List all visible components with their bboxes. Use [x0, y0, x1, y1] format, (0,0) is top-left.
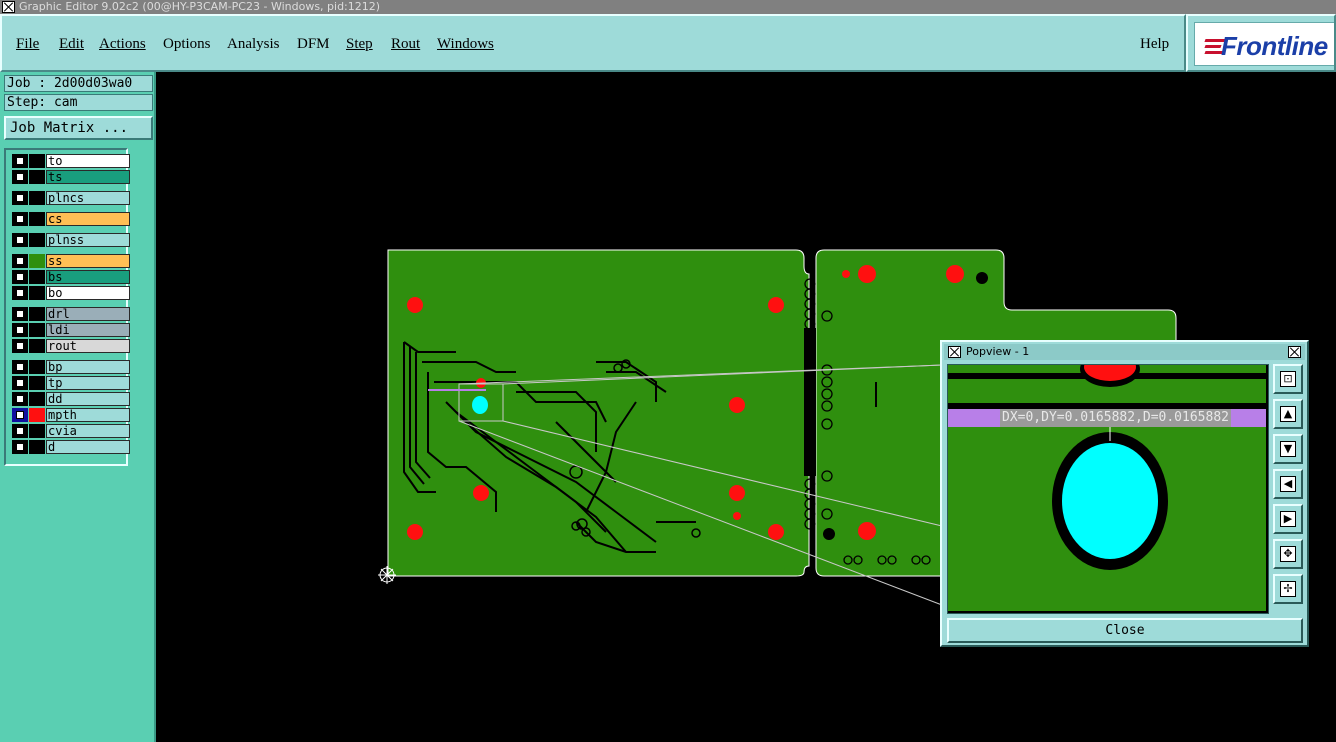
layer-checkbox[interactable] — [12, 191, 28, 205]
layer-color-swatch[interactable] — [29, 191, 45, 205]
layer-name[interactable]: bo — [46, 286, 130, 300]
layer-color-swatch[interactable] — [29, 408, 45, 422]
board-slot — [804, 328, 816, 476]
menu-edit[interactable]: Edit — [59, 36, 84, 53]
board-left — [387, 249, 810, 577]
layer-color-swatch[interactable] — [29, 307, 45, 321]
layer-color-swatch[interactable] — [29, 270, 45, 284]
layer-color-swatch[interactable] — [29, 286, 45, 300]
popview-close-button[interactable]: Close — [947, 618, 1303, 643]
menu-actions[interactable]: Actions — [99, 36, 146, 53]
zoom-out-icon: ✥ — [1280, 546, 1296, 562]
popview-title-bar[interactable]: Popview - 1 — [944, 344, 1305, 360]
layer-color-swatch[interactable] — [29, 170, 45, 184]
popview-canvas[interactable]: DX=0,DY=0.0165882,D=0.0165882 — [947, 364, 1269, 614]
layer-color-swatch[interactable] — [29, 254, 45, 268]
layer-color-swatch[interactable] — [29, 392, 45, 406]
layer-checkbox[interactable] — [12, 286, 28, 300]
menu-bar: File Edit Actions Options Analysis DFM S… — [0, 14, 1186, 72]
layer-checkbox[interactable] — [12, 154, 28, 168]
step-label: Step: cam — [4, 94, 153, 111]
layer-color-swatch[interactable] — [29, 360, 45, 374]
zoomed-pad-cyan — [1062, 443, 1158, 559]
menu-analysis[interactable]: Analysis — [227, 36, 280, 53]
zoom-out-button[interactable]: ✥ — [1273, 539, 1303, 569]
menu-windows[interactable]: Windows — [437, 36, 494, 53]
zoom-in-button[interactable]: ✢ — [1273, 574, 1303, 604]
layer-checkbox[interactable] — [12, 440, 28, 454]
layer-checkbox[interactable] — [12, 339, 28, 353]
frontline-logo: Frontline — [1186, 14, 1336, 72]
layer-checkbox[interactable] — [12, 392, 28, 406]
layer-color-swatch[interactable] — [29, 440, 45, 454]
layer-name[interactable]: bs — [46, 270, 130, 284]
layer-checkbox[interactable] — [12, 424, 28, 438]
pan-down-button[interactable]: ▼ — [1273, 434, 1303, 464]
layer-color-swatch[interactable] — [29, 212, 45, 226]
zoom-in-icon: ✢ — [1280, 581, 1296, 597]
measurement-bar: DX=0,DY=0.0165882,D=0.0165882 — [948, 409, 1266, 427]
layer-name[interactable]: bp — [46, 360, 130, 374]
layer-color-swatch[interactable] — [29, 424, 45, 438]
selected-pad-cyan — [472, 396, 488, 414]
layer-checkbox[interactable] — [12, 408, 28, 422]
menu-rout[interactable]: Rout — [391, 36, 420, 53]
layer-name[interactable]: drl — [46, 307, 130, 321]
layer-name[interactable]: cvia — [46, 424, 130, 438]
popview-window: Popview - 1 DX=0,DY=0.0165882,D=0.016588… — [940, 340, 1309, 647]
layer-checkbox[interactable] — [12, 270, 28, 284]
window-close-icon[interactable] — [2, 1, 15, 13]
zoom-home-icon: ⊡ — [1280, 371, 1296, 387]
layer-name[interactable]: dd — [46, 392, 130, 406]
layer-panel: Job : 2d00d03wa0 Step: cam Job Matrix ..… — [0, 72, 156, 742]
job-matrix-button[interactable]: Job Matrix ... — [4, 116, 153, 140]
layer-checkbox[interactable] — [12, 376, 28, 390]
zoom-home-button[interactable]: ⊡ — [1273, 364, 1303, 394]
menu-help[interactable]: Help — [1140, 36, 1169, 53]
layer-name[interactable]: mpth — [46, 408, 130, 422]
menu-dfm[interactable]: DFM — [297, 36, 330, 53]
pan-right-button[interactable]: ▶ — [1273, 504, 1303, 534]
menu-file[interactable]: File — [16, 36, 39, 53]
layer-name[interactable]: cs — [46, 212, 130, 226]
layer-name[interactable]: ss — [46, 254, 130, 268]
layer-name[interactable]: ldi — [46, 323, 130, 337]
layer-checkbox[interactable] — [12, 170, 28, 184]
layer-name[interactable]: d — [46, 440, 130, 454]
pan-up-icon: ▲ — [1280, 406, 1296, 422]
job-label: Job : 2d00d03wa0 — [4, 75, 153, 92]
layer-name[interactable]: ts — [46, 170, 130, 184]
layer-name[interactable]: tp — [46, 376, 130, 390]
popview-window-icon — [948, 346, 961, 358]
pan-up-button[interactable]: ▲ — [1273, 399, 1303, 429]
logo-text: Frontline — [1221, 31, 1328, 61]
popview-title: Popview - 1 — [966, 345, 1030, 358]
layer-name[interactable]: to — [46, 154, 130, 168]
layer-checkbox[interactable] — [12, 212, 28, 226]
layer-checkbox[interactable] — [12, 307, 28, 321]
layer-name[interactable]: plnss — [46, 233, 130, 247]
layer-color-swatch[interactable] — [29, 154, 45, 168]
pan-right-icon: ▶ — [1280, 511, 1296, 527]
window-title: Graphic Editor 9.02c2 (00@HY-P3CAM-PC23 … — [19, 0, 381, 13]
layer-checkbox[interactable] — [12, 323, 28, 337]
layer-name[interactable]: rout — [46, 339, 130, 353]
layer-checkbox[interactable] — [12, 360, 28, 374]
layer-checkbox[interactable] — [12, 254, 28, 268]
menu-step[interactable]: Step — [346, 36, 373, 53]
menu-options[interactable]: Options — [163, 36, 211, 53]
pan-left-button[interactable]: ◀ — [1273, 469, 1303, 499]
layer-color-swatch[interactable] — [29, 376, 45, 390]
window-title-bar: Graphic Editor 9.02c2 (00@HY-P3CAM-PC23 … — [0, 0, 1336, 14]
layer-list: to ts plncs cs plnss ss bs bo drl ldi rout bp tp dd mp… — [4, 148, 130, 466]
layer-checkbox[interactable] — [12, 233, 28, 247]
layer-color-swatch[interactable] — [29, 323, 45, 337]
pan-down-icon: ▼ — [1280, 441, 1296, 457]
layer-color-swatch[interactable] — [29, 233, 45, 247]
layer-name[interactable]: plncs — [46, 191, 130, 205]
pan-left-icon: ◀ — [1280, 476, 1296, 492]
popview-close-icon[interactable] — [1288, 346, 1301, 358]
measurement-text: DX=0,DY=0.0165882,D=0.0165882 — [1000, 409, 1231, 427]
layer-color-swatch[interactable] — [29, 339, 45, 353]
